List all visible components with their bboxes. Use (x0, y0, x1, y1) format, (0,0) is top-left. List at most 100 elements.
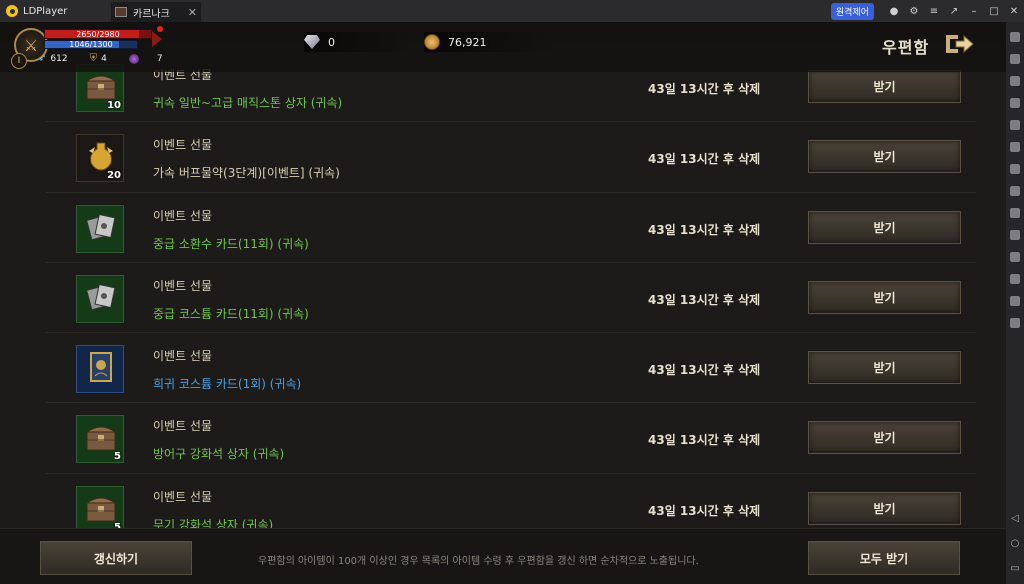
mail-item-name: 귀속 일반~고급 매직스톤 상자 (귀속) (153, 96, 343, 110)
mail-expire-time: 43일 13시간 후 삭제 (648, 152, 761, 167)
receive-button[interactable]: 받기 (808, 491, 961, 525)
sync-icon[interactable] (1010, 252, 1020, 262)
stat-orb-value: 7 (156, 53, 163, 64)
receive-button[interactable]: 받기 (808, 421, 961, 455)
potion-icon (85, 141, 117, 171)
player-hud: ⚔ I 2650/2980 1046/1300 ➶ 612 ⛨ 4 7 0 76… (0, 22, 1006, 72)
mail-expire-time: 43일 13시간 후 삭제 (648, 363, 761, 378)
minimize-icon[interactable]: – (964, 6, 984, 17)
mail-item-name: 희귀 코스튬 카드(1회) (귀속) (153, 377, 302, 392)
game-viewport: 10 이벤트 선물 귀속 일반~고급 매직스톤 상자 (귀속) 43일 13시간 후 … (0, 22, 1006, 584)
restore-window-icon[interactable]: ↗ (944, 6, 964, 17)
back-icon[interactable]: ◁ (1011, 513, 1019, 524)
maximize-icon[interactable]: □ (984, 6, 1004, 17)
mail-item-name: 가속 버프물약(3단계)[이벤트] (귀속) (153, 166, 340, 181)
refresh-button[interactable]: 갱신하기 (40, 541, 192, 575)
app-name: LDPlayer (23, 5, 68, 17)
feather-icon: ➶ (38, 53, 47, 64)
card-icon (85, 352, 117, 383)
item-slot[interactable] (76, 345, 124, 394)
hp-arrow-decoration (152, 31, 162, 47)
settings-icon[interactable]: ⚙ (904, 6, 924, 17)
orb-icon (128, 53, 139, 64)
tab-title: 카르나크 (133, 8, 170, 20)
stat-shield-value: 4 (101, 53, 107, 64)
card-deck-icon (85, 282, 117, 312)
item-slot[interactable]: 5 (76, 485, 124, 534)
receive-button[interactable]: 받기 (808, 140, 961, 174)
recent-apps-icon[interactable]: ▭ (1010, 563, 1019, 574)
mail-expire-time: 43일 13시간 후 삭제 (648, 292, 761, 307)
mp-bar: 1046/1300 (44, 40, 138, 49)
mail-expire-time: 43일 13시간 후 삭제 (648, 433, 761, 448)
mail-sender: 이벤트 선물 (153, 349, 213, 364)
mail-expire-time: 43일 13시간 후 삭제 (648, 503, 761, 518)
mail-row: 이벤트 선물희귀 코스튬 카드(1회) (귀속) 43일 13시간 후 삭제 받기 (46, 333, 976, 404)
tab-game[interactable]: 카르나크 ✕ (111, 2, 201, 22)
item-slot[interactable] (76, 204, 124, 253)
hp-text: 2650/2980 (76, 30, 120, 39)
gold-currency: 76,921 (424, 32, 554, 52)
emulator-sidebar: ◁ ○ ▭ (1006, 22, 1024, 584)
card-deck-icon (85, 212, 117, 242)
screenshot-icon[interactable] (1010, 98, 1020, 108)
mail-sender: 이벤트 선물 (153, 208, 213, 223)
chest-icon (85, 422, 117, 452)
mail-sender: 이벤트 선물 (153, 419, 213, 434)
menu-icon[interactable]: ≡ (924, 6, 944, 17)
stat-feather-value: 612 (50, 53, 68, 64)
mail-row: 5 이벤트 선물방어구 강화석 상자 (귀속) 43일 13시간 후 삭제 받기 (46, 403, 976, 474)
mail-row: 20 이벤트 선물가속 버프물약(3단계)[이벤트] (귀속) 43일 13시간 후… (46, 122, 976, 193)
keyboard-icon[interactable] (1010, 32, 1020, 42)
robot-icon[interactable] (1010, 164, 1020, 174)
diamond-amount: 0 (328, 35, 335, 49)
emulator-title-bar: LDPlayer 카르나크 ✕ 원격제어 ● ⚙ ≡ ↗ – □ ✕ (0, 0, 1024, 22)
player-stats: ➶ 612 ⛨ 4 7 (38, 53, 163, 64)
item-slot[interactable]: 5 (76, 415, 124, 464)
receive-button[interactable]: 받기 (808, 210, 961, 244)
volume-up-icon[interactable] (1010, 54, 1020, 64)
account-icon[interactable]: ● (884, 6, 904, 17)
receive-button[interactable]: 받기 (808, 280, 961, 314)
macro-icon[interactable] (1010, 230, 1020, 240)
mp-text: 1046/1300 (69, 40, 113, 49)
item-slot[interactable] (76, 274, 124, 323)
tab-close-icon[interactable]: ✕ (188, 6, 197, 19)
gold-amount: 76,921 (448, 35, 487, 49)
exit-icon[interactable] (944, 32, 974, 56)
mail-sender: 이벤트 선물 (153, 278, 213, 293)
mail-row: 이벤트 선물중급 코스튬 카드(11회) (귀속) 43일 13시간 후 삭제 받기 (46, 263, 976, 334)
game-tab-icon (115, 7, 127, 17)
record-icon[interactable] (1010, 208, 1020, 218)
close-icon[interactable]: ✕ (1004, 6, 1024, 17)
mail-expire-time: 43일 13시간 후 삭제 (648, 222, 761, 237)
level-badge: I (11, 53, 27, 69)
mail-expire-time: 43일 13시간 후 삭제 (648, 82, 761, 96)
mail-item-name: 중급 소환수 카드(11회) (귀속) (153, 236, 309, 251)
apk-install-icon[interactable] (1010, 142, 1020, 152)
notification-dot (157, 26, 163, 32)
multi-instance-icon[interactable] (1010, 120, 1020, 130)
more-icon[interactable] (1010, 318, 1020, 328)
home-icon[interactable]: ○ (1011, 538, 1020, 549)
scissors-icon[interactable] (1010, 186, 1020, 196)
volume-down-icon[interactable] (1010, 76, 1020, 86)
remote-control-button[interactable]: 원격제어 (830, 2, 874, 20)
receive-button[interactable]: 받기 (808, 70, 961, 103)
folder-icon[interactable] (1010, 274, 1020, 284)
mail-sender: 이벤트 선물 (153, 138, 213, 153)
mail-row: 이벤트 선물중급 소환수 카드(11회) (귀속) 43일 13시간 후 삭제 받기 (46, 193, 976, 263)
mail-sender: 이벤트 선물 (153, 489, 213, 504)
receive-all-button[interactable]: 모두 받기 (808, 541, 960, 575)
gold-coin-icon (424, 34, 440, 50)
mail-item-name: 방어구 강화석 상자 (귀속) (153, 447, 285, 462)
mail-item-name: 중급 코스튬 카드(11회) (귀속) (153, 306, 309, 321)
location-icon[interactable] (1010, 296, 1020, 306)
ldplayer-logo-icon (6, 5, 18, 17)
item-slot[interactable]: 20 (76, 134, 124, 183)
diamond-currency: 0 (304, 32, 414, 52)
item-count: 10 (107, 100, 121, 111)
receive-button[interactable]: 받기 (808, 351, 961, 385)
chest-icon (85, 493, 117, 523)
diamond-icon (304, 35, 320, 49)
